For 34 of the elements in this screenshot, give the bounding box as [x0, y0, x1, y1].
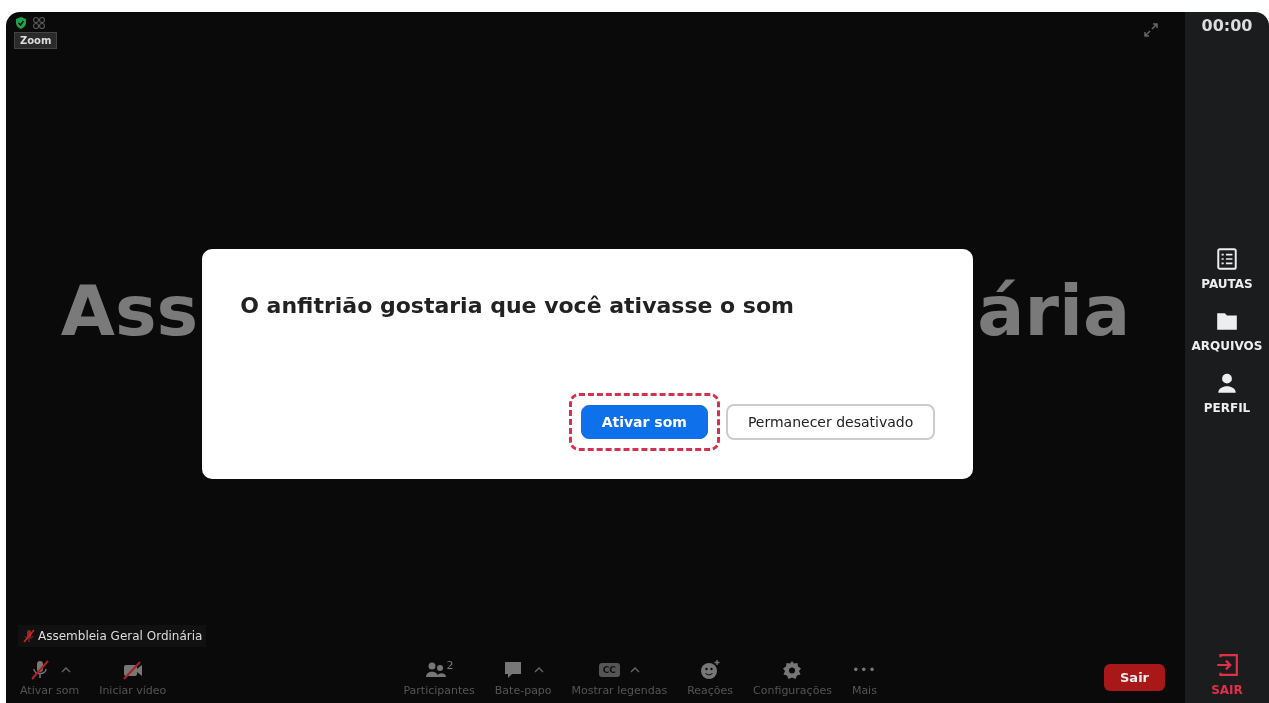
toolbar-button[interactable]: Configurações [743, 657, 842, 697]
grid-icon[interactable] [32, 16, 46, 30]
participant-name: Assembleia Geral Ordinária [38, 629, 203, 643]
dialog-button[interactable]: Permanecer desativado [725, 403, 936, 440]
caret-icon[interactable] [534, 666, 545, 673]
leave-button[interactable]: Sair [1104, 663, 1165, 691]
dialog-message: O anfitrião gostaria que você ativasse o som [240, 292, 795, 318]
toolbar-button[interactable]: Bate-papo [484, 657, 562, 697]
exit-item[interactable]: SAIR [1211, 653, 1243, 697]
dialog-button[interactable]: Ativar som [580, 404, 708, 439]
sidebar-item[interactable]: PERFIL [1203, 371, 1251, 415]
caret-icon[interactable] [60, 666, 71, 673]
sidebar-item[interactable]: PAUTAS [1201, 247, 1253, 291]
participant-count: 2 [446, 658, 454, 672]
shield-icon [14, 16, 28, 30]
toolbar-button[interactable]: 2 Participantes [393, 657, 485, 697]
list-icon [1215, 247, 1239, 271]
toolbar-button[interactable]: Ativar som [10, 657, 90, 697]
captions-icon: CC [598, 662, 620, 677]
smiley-icon [699, 658, 722, 681]
toolbar-button[interactable]: Reações [677, 657, 744, 697]
app-tooltip: Zoom [14, 32, 58, 49]
sidebar-item[interactable]: ARQUIVOS [1191, 309, 1263, 353]
exit-icon [1215, 653, 1239, 677]
meeting-title-fragment: ária [977, 269, 1131, 352]
caret-icon[interactable] [629, 666, 640, 673]
person-icon [1215, 371, 1239, 395]
meeting-timer: 00:00 [1201, 16, 1253, 35]
more-dots: ••• [852, 662, 877, 677]
meeting-title-fragment: Ass [60, 269, 199, 352]
toolbar-button[interactable]: CC Mostrar legendas [561, 657, 678, 697]
toolbar-button[interactable]: Iniciar vídeo [89, 657, 177, 697]
toolbar-button[interactable]: ••• Mais [841, 657, 887, 697]
fullscreen-icon[interactable] [1143, 22, 1159, 38]
